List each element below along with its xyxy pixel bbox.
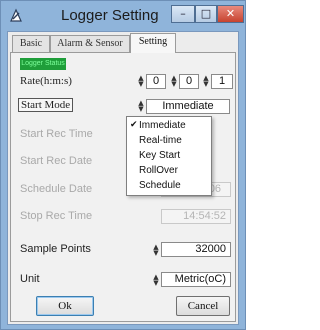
start-mode-option-key-start[interactable]: Key Start [127, 148, 211, 163]
rate-seconds-spin-icon[interactable]: ▲ ▼ [202, 75, 210, 88]
checkmark-icon: ✔ [130, 120, 138, 130]
rate-seconds-input[interactable]: 1 [211, 74, 233, 89]
rate-hours-input[interactable]: 0 [146, 74, 166, 89]
unit-select[interactable]: Metric(oC) [161, 272, 231, 287]
rate-label: Rate(h:m:s) [20, 75, 72, 87]
start-mode-select[interactable]: Immediate [146, 99, 230, 114]
stop-rec-time-field: 14:54:52 [161, 209, 231, 224]
rate-minutes-spin-icon[interactable]: ▲ ▼ [170, 75, 178, 88]
maximize-button[interactable]: □ [195, 5, 217, 23]
unit-spin-icon[interactable]: ▲ ▼ [152, 274, 160, 287]
sample-points-spin-icon[interactable]: ▲ ▼ [152, 244, 160, 257]
tab-setting[interactable]: Setting [130, 33, 176, 53]
start-rec-date-label: Start Rec Date [20, 155, 93, 167]
stop-rec-time-label: Stop Rec Time [20, 210, 93, 222]
close-button[interactable]: ✕ [217, 5, 244, 23]
sample-points-label: Sample Points [20, 243, 91, 255]
tab-basic[interactable]: Basic [12, 35, 50, 52]
option-label: Schedule [139, 180, 181, 191]
start-mode-option-rollover[interactable]: RollOver [127, 163, 211, 178]
ok-button[interactable]: Ok [36, 296, 94, 316]
tab-alarm-sensor[interactable]: Alarm & Sensor [50, 35, 130, 52]
title-bar[interactable]: Logger Setting – □ ✕ [1, 1, 245, 31]
start-mode-label: Start Mode [18, 98, 74, 112]
unit-label: Unit [20, 273, 40, 285]
start-mode-option-schedule[interactable]: Schedule [127, 178, 211, 193]
start-mode-option-immediate[interactable]: ✔ Immediate [127, 118, 211, 133]
start-mode-spin-icon[interactable]: ▲ ▼ [137, 100, 145, 113]
rate-minutes-input[interactable]: 0 [179, 74, 199, 89]
schedule-date-label: Schedule Date [20, 183, 93, 195]
start-mode-option-real-time[interactable]: Real-time [127, 133, 211, 148]
start-mode-dropdown: ✔ Immediate Real-time Key Start RollOver… [126, 116, 212, 196]
option-label: Real-time [139, 135, 182, 146]
option-label: RollOver [139, 165, 178, 176]
status-badge: Logger Status [20, 58, 66, 70]
window-title: Logger Setting [61, 7, 159, 24]
option-label: Immediate [139, 120, 186, 131]
logger-app-icon [10, 8, 22, 22]
start-rec-time-label: Start Rec Time [20, 128, 93, 140]
logger-setting-window: Logger Setting – □ ✕ Basic Alarm & Senso… [0, 0, 246, 330]
cancel-button[interactable]: Cancel [176, 296, 230, 316]
option-label: Key Start [139, 150, 181, 161]
rate-hours-spin-icon[interactable]: ▲ ▼ [137, 75, 145, 88]
sample-points-input[interactable]: 32000 [161, 242, 231, 257]
minimize-button[interactable]: – [171, 5, 195, 23]
